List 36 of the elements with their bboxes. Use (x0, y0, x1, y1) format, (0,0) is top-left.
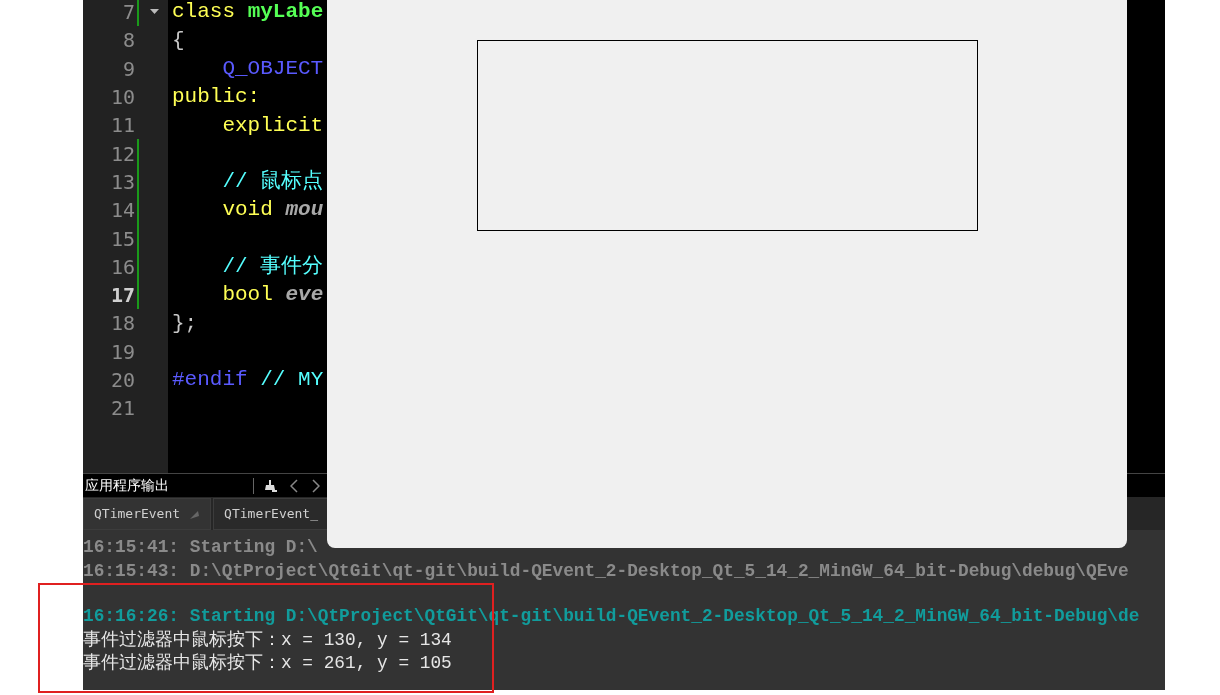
line-number: 10 (109, 84, 135, 112)
output-line: 事件过滤器中鼠标按下：x = 130, y = 134 (83, 628, 452, 652)
output-line: 16:15:43: D:\QtProject\QtGit\qt-git\build-QEvent_2-Desktop_Qt_5_14_2_MinGW_64_bit-Debug\debug\QEve (83, 559, 1129, 583)
line-number: 7 (121, 0, 135, 27)
clear-broom-icon[interactable] (264, 478, 278, 493)
code-line: }; (172, 310, 198, 337)
code-line: class myLabe (172, 0, 324, 26)
pane-title: 应用程序输出 (84, 476, 170, 495)
line-number: 15 (109, 225, 135, 253)
code-line: public: (172, 84, 261, 111)
line-number: 17 (109, 282, 135, 310)
line-number: 13 (109, 168, 135, 196)
code-line: explicit (221, 112, 324, 139)
line-number: 19 (109, 338, 135, 366)
output-line: 事件过滤器中鼠标按下：x = 261, y = 105 (83, 652, 452, 676)
line-number: 16 (109, 253, 135, 281)
fold-arrow-icon[interactable] (150, 9, 159, 16)
output-tab[interactable]: QTimerEvent (83, 498, 212, 530)
output-tab[interactable]: QTimerEvent_ (213, 498, 329, 530)
code-line: #endif // MY (172, 367, 324, 394)
line-number: 12 (109, 140, 135, 168)
line-number: 21 (109, 395, 135, 423)
code-line: // 鼠标点 (221, 168, 324, 196)
line-number: 8 (121, 27, 135, 55)
change-marker (137, 0, 139, 27)
line-number: 11 (109, 112, 135, 140)
code-line: { (172, 27, 185, 54)
output-line: 16:15:41: Starting D:\ (83, 536, 318, 560)
code-line: Q_OBJECT (221, 56, 324, 82)
line-number: 20 (109, 367, 135, 394)
line-number: 9 (121, 55, 135, 83)
code-line: void mou (221, 197, 324, 224)
line-number: 18 (109, 310, 135, 338)
code-line: bool eve (221, 282, 324, 309)
line-number: 14 (109, 197, 135, 225)
code-line: // 事件分 (221, 253, 324, 281)
